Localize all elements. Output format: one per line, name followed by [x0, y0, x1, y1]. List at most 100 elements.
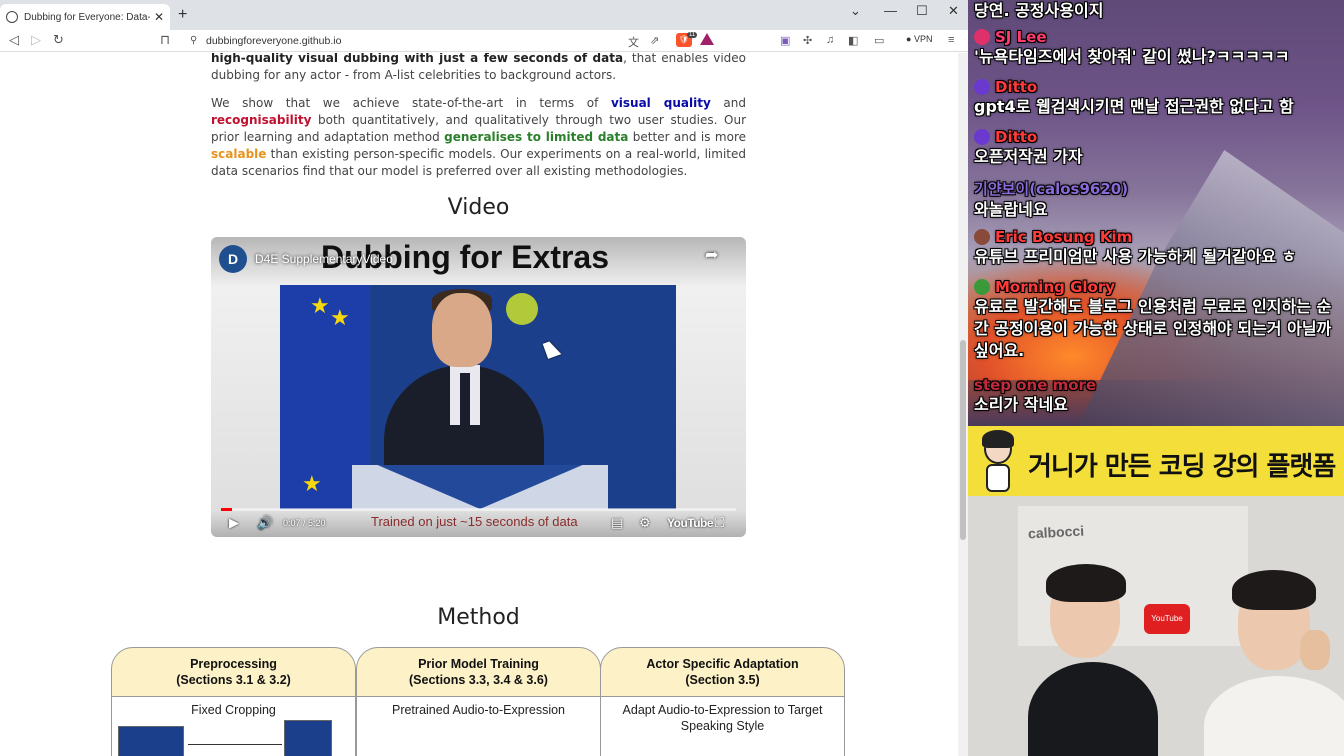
chat-username-text: Morning Glory: [995, 278, 1116, 296]
chat-text: 소리가 작네요: [974, 395, 1068, 414]
intro-paragraph: high-quality visual dubbing with just a …: [211, 53, 746, 84]
banner-text: 거니가 만든 코딩 강의 플랫폼: [1028, 452, 1336, 482]
tab-search-icon[interactable]: ⌄: [850, 3, 861, 19]
chat-username-text: Eric Bosung Kim: [995, 228, 1133, 246]
chat-text: 유튜브 프리미엄만 사용 가능하게 될거같아요 ㅎ: [974, 247, 1297, 266]
results-paragraph: We show that we achieve state-of-the-art…: [211, 95, 746, 180]
intro-bold-text: high-quality visual dubbing with just a …: [211, 53, 624, 65]
tab-bar: Dubbing for Everyone: Data-Effic ✕ + ⌄ —…: [0, 0, 968, 30]
new-tab-button[interactable]: +: [178, 6, 187, 24]
url-text: dubbingforeveryone.github.io: [206, 35, 342, 47]
volume-icon[interactable]: 🔊: [257, 515, 273, 531]
extension-icon[interactable]: ▣: [780, 34, 790, 47]
reload-button[interactable]: ↻: [53, 32, 64, 48]
user-badge-icon: [974, 229, 990, 245]
logo-dot: [506, 293, 538, 325]
extensions-puzzle-icon[interactable]: ✣: [803, 34, 812, 47]
method-heading: Method: [437, 605, 520, 630]
method-body-text: Fixed Cropping: [191, 703, 276, 717]
chat-message: 기얀보이(calos9620) 와놀랍네요: [974, 178, 1338, 221]
stream-overlay: 당연. 공정사용이지 SJ Lee '뉴욕타임즈에서 찾아줘' 같이 썼나?ㅋㅋㅋㅋ…: [968, 0, 1344, 756]
share-icon[interactable]: ➦: [705, 245, 718, 265]
mascot-hair: [982, 430, 1014, 448]
back-button[interactable]: ◁: [9, 32, 19, 48]
chat-text: '뉴욕타임즈에서 찾아줘' 같이 썼나?ㅋㅋㅋㅋㅋ: [974, 47, 1290, 66]
video-heading: Video: [447, 195, 510, 220]
video-channel-title[interactable]: D4E SupplementaryVideo: [255, 252, 393, 266]
vpn-label: VPN: [913, 34, 933, 44]
close-tab-icon[interactable]: ✕: [154, 10, 164, 24]
globe-icon: [6, 11, 18, 23]
recognisability-text: recognisability: [211, 113, 312, 127]
minimize-button[interactable]: —: [884, 3, 897, 18]
method-column-body: Pretrained Audio-to-Expression: [356, 696, 601, 756]
speaker-face: [432, 293, 492, 367]
method-title-line2: (Section 3.5): [685, 673, 760, 687]
user-badge-icon: [974, 29, 990, 45]
method-column-body: Adapt Audio-to-Expression to Target Spea…: [600, 696, 845, 756]
person-hair: [1232, 570, 1316, 610]
navigation-toolbar: ◁ ▷ ↻ ⊓ ⚲ dubbingforeveryone.github.io 文…: [0, 30, 968, 52]
share-icon[interactable]: ⇗: [650, 34, 659, 47]
translate-icon[interactable]: 文: [628, 34, 639, 50]
method-body-text: Pretrained Audio-to-Expression: [391, 703, 565, 717]
chat-message: 당연. 공정사용이지: [974, 0, 1338, 22]
menu-icon[interactable]: ≡: [948, 34, 954, 46]
chat-username: Ditto: [974, 128, 1338, 146]
site-info-icon[interactable]: ⚲: [190, 31, 197, 51]
method-title-line1: Preprocessing: [190, 657, 277, 671]
chat-username: SJ Lee: [974, 28, 1338, 46]
bookmark-icon[interactable]: ⊓: [160, 32, 170, 48]
flag-star: ★: [330, 305, 350, 330]
forward-button[interactable]: ▷: [31, 32, 41, 48]
close-window-button[interactable]: ✕: [948, 3, 959, 19]
person-hair: [1046, 564, 1126, 602]
results-text-d: better and is more: [628, 130, 747, 144]
promo-banner: 거니가 만든 코딩 강의 플랫폼: [968, 426, 1344, 496]
results-text-e: than existing person-specific models. Ou…: [211, 147, 746, 178]
media-icon[interactable]: ♫: [826, 34, 834, 46]
play-icon[interactable]: ▶: [229, 515, 239, 531]
chat-username-text: Ditto: [995, 78, 1038, 96]
active-tab[interactable]: Dubbing for Everyone: Data-Effic ✕: [0, 4, 170, 30]
streamer-left: [1028, 562, 1158, 756]
maximize-button[interactable]: ☐: [916, 3, 928, 19]
youtube-logo[interactable]: YouTube: [667, 516, 714, 530]
method-column-preprocessing: Preprocessing (Sections 3.1 & 3.2) Fixed …: [111, 647, 356, 756]
method-column-header: Actor Specific Adaptation (Section 3.5): [600, 647, 845, 697]
frame-thumbnail: [118, 726, 184, 756]
scrollbar-thumb[interactable]: [960, 340, 966, 540]
youtube-video-player[interactable]: ★ ★ ★ Dubbing for Extras D D4E Supplemen…: [211, 237, 746, 537]
wallet-icon[interactable]: ▭: [874, 34, 884, 47]
method-column-header: Prior Model Training (Sections 3.3, 3.4 &…: [356, 647, 601, 697]
page-content: high-quality visual dubbing with just a …: [0, 53, 958, 756]
chat-username: Ditto: [974, 78, 1338, 96]
chat-username: Eric Bosung Kim: [974, 228, 1338, 246]
tab-title: Dubbing for Everyone: Data-Effic: [24, 11, 150, 23]
sidebar-icon[interactable]: ◧: [848, 34, 858, 47]
mascot-body: [986, 464, 1010, 492]
flag-star: ★: [302, 471, 322, 496]
streamer-right: [1204, 566, 1344, 756]
webcam-feed: calbocci YouTube: [968, 496, 1344, 756]
subtitles-icon[interactable]: ▤: [611, 515, 623, 531]
video-frame[interactable]: ★ ★ ★: [280, 285, 676, 509]
video-controls: ▶ 🔊 0:07 / 5:20 Trained on just ~15 seco…: [211, 511, 746, 537]
address-bar[interactable]: ⚲ dubbingforeveryone.github.io: [186, 31, 672, 51]
person-body: [1028, 662, 1158, 756]
vpn-button[interactable]: ● VPN: [906, 34, 932, 44]
chat-message: step one more 소리가 작네요: [974, 376, 1338, 416]
results-text-a: We show that we achieve state-of-the-art…: [211, 96, 611, 110]
channel-avatar[interactable]: D: [219, 245, 247, 273]
browser-window: Dubbing for Everyone: Data-Effic ✕ + ⌄ —…: [0, 0, 968, 756]
chat-text: 와놀랍네요: [974, 200, 1048, 219]
method-title-line1: Prior Model Training: [418, 657, 539, 671]
settings-gear-icon[interactable]: ⚙: [639, 515, 651, 531]
chat-message: Ditto gpt4로 웹검색시키면 맨날 접근권한 없다고 함: [974, 78, 1338, 118]
brave-rewards-icon[interactable]: [700, 33, 714, 45]
wall-sign: calbocci: [1027, 522, 1085, 542]
method-column-header: Preprocessing (Sections 3.1 & 3.2): [111, 647, 356, 697]
person-body: [1204, 676, 1344, 756]
chat-text: gpt4로 웹검색시키면 맨날 접근권한 없다고 함: [974, 97, 1294, 116]
fullscreen-icon[interactable]: ⛶: [715, 515, 724, 531]
